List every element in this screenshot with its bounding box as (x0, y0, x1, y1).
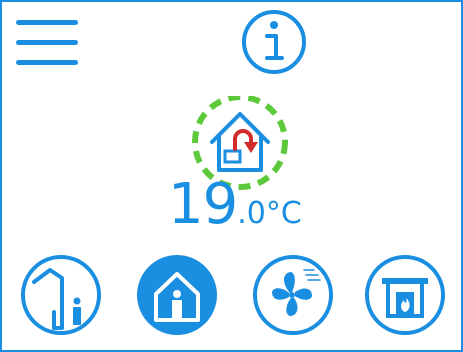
temperature-decimal: .0 (237, 196, 266, 231)
mode-fireplace-button[interactable] (364, 254, 446, 336)
fireplace-icon (365, 255, 445, 335)
mode-home-button[interactable] (136, 254, 218, 336)
thermostat-screen: 19.0°C (0, 0, 463, 352)
home-icon (137, 255, 217, 335)
info-icon (242, 10, 306, 74)
temperature-unit: °C (265, 196, 302, 231)
away-icon (21, 255, 101, 335)
info-button[interactable] (240, 6, 308, 76)
fan-icon (253, 255, 333, 335)
mode-ventilation-button[interactable] (252, 254, 334, 336)
mode-away-button[interactable] (20, 254, 102, 336)
home-return-icon (210, 112, 270, 172)
menu-button[interactable] (16, 14, 78, 70)
temperature-display: 19.0°C (168, 174, 328, 236)
temperature-integer: 19 (168, 172, 238, 237)
hamburger-icon (16, 20, 78, 65)
